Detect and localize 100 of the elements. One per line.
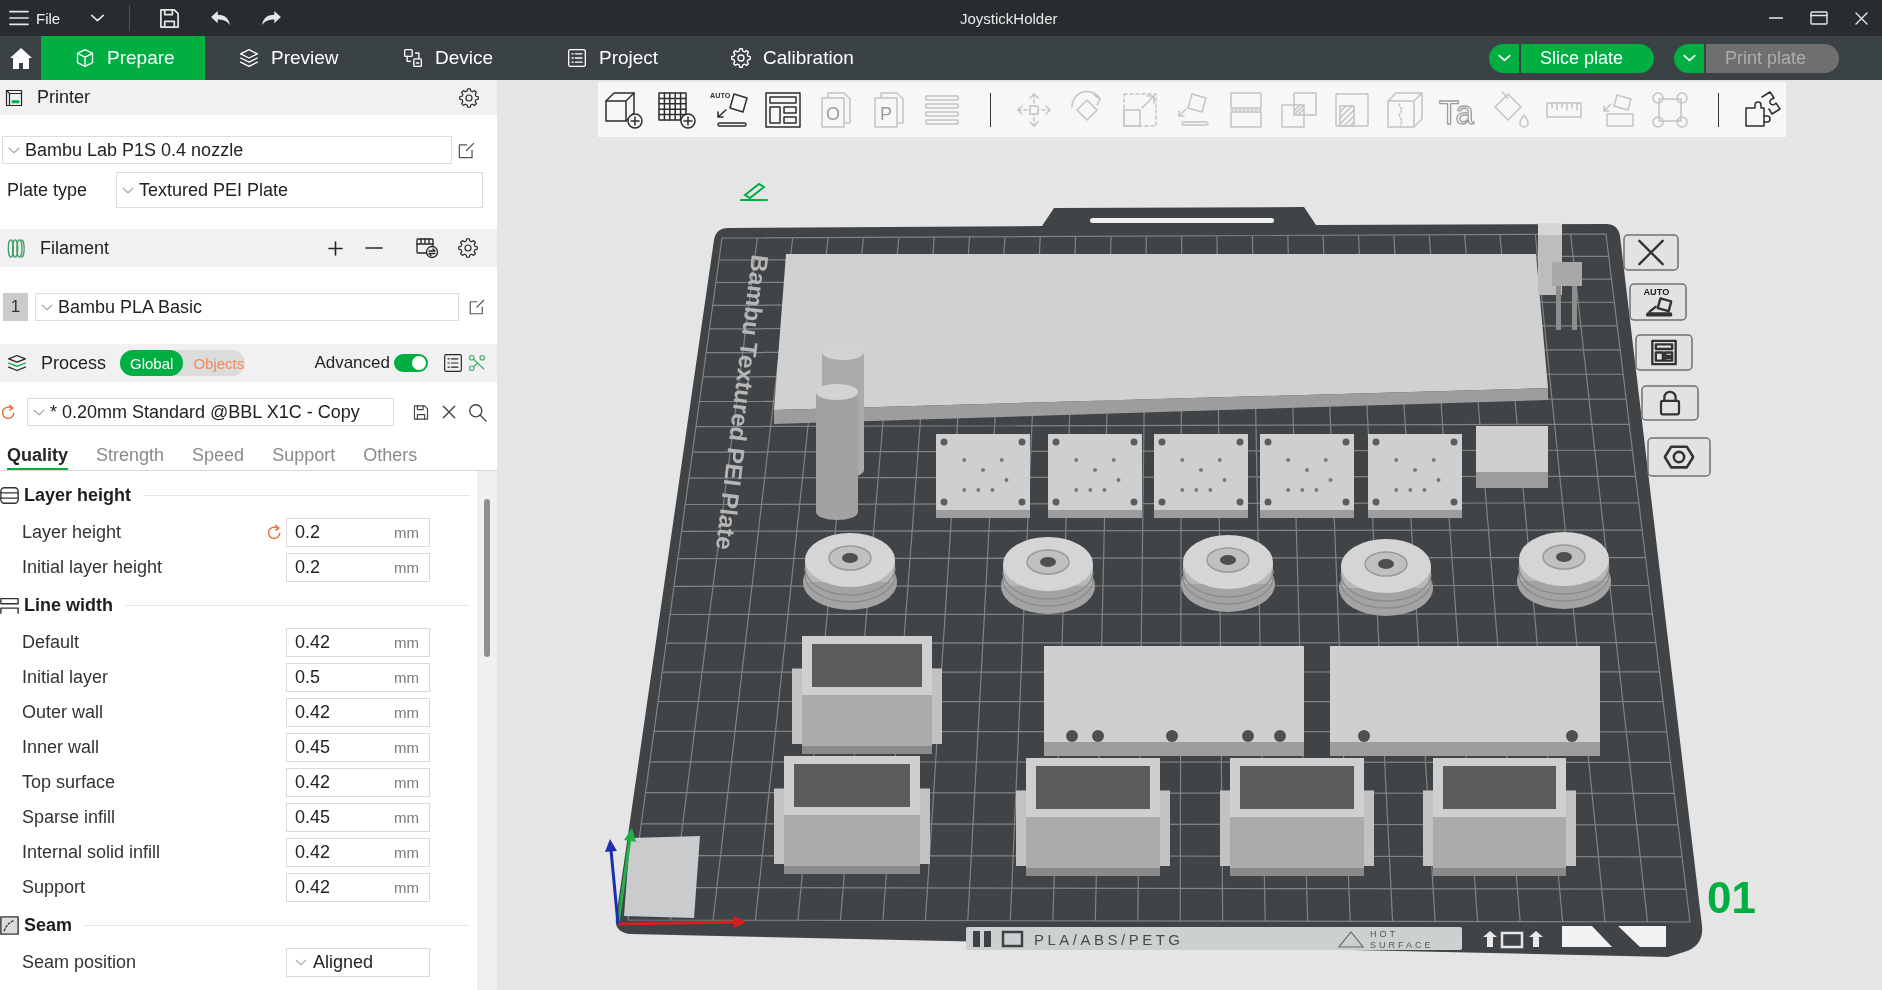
device-icon bbox=[403, 48, 423, 68]
layout-icon[interactable] bbox=[763, 89, 803, 130]
chevron-down-icon bbox=[295, 959, 307, 966]
plate-delete-button[interactable] bbox=[1623, 234, 1679, 271]
seam-icon bbox=[0, 915, 19, 935]
number-field[interactable]: 0.45 mm bbox=[286, 803, 430, 832]
printer-dropdown[interactable]: Bambu Lab P1S 0.4 nozzle bbox=[2, 136, 452, 164]
reset-icon[interactable] bbox=[0, 403, 17, 421]
number-field[interactable]: 0.42 mm bbox=[286, 628, 430, 657]
save-icon[interactable] bbox=[413, 403, 429, 421]
main-tab[interactable]: Project bbox=[533, 36, 697, 80]
close-icon[interactable] bbox=[442, 405, 456, 419]
maximize-icon[interactable] bbox=[1810, 11, 1828, 25]
chevron-down-icon[interactable] bbox=[90, 14, 106, 22]
option-label: Inner wall bbox=[22, 737, 101, 758]
number-field[interactable]: 0.45 mm bbox=[286, 733, 430, 762]
settings-tab[interactable]: Speed bbox=[192, 444, 245, 470]
main-tab[interactable]: Calibration bbox=[697, 36, 861, 80]
plate-arrange-button[interactable] bbox=[1635, 334, 1693, 371]
process-dropdown[interactable]: * 0.20mm Standard @BBL X1C - Copy bbox=[27, 398, 394, 426]
undo-icon[interactable] bbox=[210, 10, 232, 26]
plate-name-label: Bambu Textured PEI Plate bbox=[710, 253, 774, 552]
file-menu[interactable]: File bbox=[36, 9, 61, 27]
option-label: Default bbox=[22, 632, 81, 653]
section-title: Line width bbox=[24, 594, 113, 616]
bed-notch-icon bbox=[1562, 926, 1666, 947]
chevron-down-icon bbox=[1682, 54, 1696, 62]
number-field[interactable]: 0.42 mm bbox=[286, 873, 430, 902]
number-field[interactable]: 0.2 mm bbox=[286, 553, 430, 582]
warning-icon bbox=[1337, 931, 1365, 948]
plate-settings-button[interactable] bbox=[1647, 437, 1711, 477]
material-label: PLA/ABS/PETG bbox=[1034, 931, 1184, 948]
layers-icon bbox=[7, 353, 27, 373]
option-label: Sparse infill bbox=[22, 807, 117, 828]
gear-icon bbox=[731, 48, 751, 68]
cube-icon bbox=[75, 48, 95, 68]
option-label: Top surface bbox=[22, 772, 117, 793]
number-field[interactable]: 0.42 mm bbox=[286, 698, 430, 727]
spool-icon bbox=[7, 237, 25, 259]
filament-sync-icon[interactable] bbox=[416, 238, 438, 258]
chevron-down-icon bbox=[122, 186, 134, 194]
edit-icon[interactable] bbox=[468, 298, 486, 316]
bed-marking-icon bbox=[973, 930, 1024, 948]
number-field[interactable]: 0.42 mm bbox=[286, 838, 430, 867]
field-label: Plate type bbox=[7, 179, 89, 201]
gear-icon[interactable] bbox=[459, 87, 479, 108]
minus-icon[interactable] bbox=[365, 247, 383, 249]
puzzle-icon[interactable] bbox=[1742, 89, 1782, 130]
panel-title: Printer bbox=[37, 87, 90, 108]
option-label: Layer height bbox=[22, 522, 123, 543]
option-label: Support bbox=[22, 877, 87, 898]
select-field[interactable]: Aligned bbox=[286, 948, 430, 977]
gear-icon[interactable] bbox=[458, 238, 478, 258]
option-label: Outer wall bbox=[22, 702, 105, 723]
option-label: Seam position bbox=[22, 952, 138, 973]
cube-plus-icon[interactable] bbox=[604, 89, 644, 130]
home-icon[interactable] bbox=[8, 46, 33, 70]
scrollbar-thumb[interactable] bbox=[484, 499, 490, 657]
hexagon-icon bbox=[1664, 446, 1694, 468]
close-icon bbox=[1639, 240, 1663, 265]
settings-tab[interactable]: Quality bbox=[7, 444, 68, 470]
grid-plus-icon[interactable] bbox=[657, 89, 697, 130]
option-label: Internal solid infill bbox=[22, 842, 162, 863]
plus-icon[interactable] bbox=[328, 240, 343, 256]
filament-slot-number: 1 bbox=[3, 293, 28, 321]
action-menu-button[interactable] bbox=[1489, 43, 1519, 73]
chevron-down-icon bbox=[41, 303, 53, 311]
line-width-icon bbox=[0, 595, 19, 615]
bed-arrows-icon bbox=[1483, 931, 1543, 949]
plate-auto-orient-button[interactable]: AUTO bbox=[1629, 283, 1687, 321]
reset-icon[interactable] bbox=[266, 524, 283, 541]
stack-icon bbox=[0, 485, 19, 505]
layers-icon bbox=[239, 48, 259, 68]
filament-dropdown[interactable]: Bambu PLA Basic bbox=[35, 293, 459, 321]
search-icon[interactable] bbox=[468, 402, 487, 422]
menu-icon[interactable] bbox=[9, 10, 29, 26]
number-field[interactable]: 0.2 mm bbox=[286, 518, 430, 547]
plate-lock-button[interactable] bbox=[1641, 385, 1699, 421]
redo-icon[interactable] bbox=[261, 10, 283, 26]
option-label: Initial layer height bbox=[22, 557, 164, 578]
chevron-down-icon bbox=[1497, 54, 1511, 62]
main-tab[interactable]: Preview bbox=[205, 36, 369, 80]
warning-label: HOT SURFACE bbox=[1370, 929, 1434, 950]
list-icon[interactable] bbox=[443, 353, 463, 373]
settings-tab[interactable]: Strength bbox=[96, 444, 165, 470]
main-tab[interactable]: Device bbox=[369, 36, 533, 80]
number-field[interactable]: 0.42 mm bbox=[286, 768, 430, 797]
chevron-down-icon bbox=[8, 146, 20, 154]
plate-type-dropdown[interactable]: Textured PEI Plate bbox=[116, 172, 483, 208]
window-title: JoystickHolder bbox=[960, 9, 1058, 27]
advanced-toggle[interactable] bbox=[394, 354, 428, 372]
plate-number: 01 bbox=[1707, 873, 1756, 922]
number-field[interactable]: 0.5 mm bbox=[286, 663, 430, 692]
action-menu-button[interactable] bbox=[1674, 43, 1704, 73]
axes-icon bbox=[605, 828, 746, 928]
chevron-down-icon bbox=[33, 408, 45, 416]
printer-icon bbox=[5, 88, 23, 107]
layout-icon bbox=[1652, 340, 1676, 365]
edit-icon[interactable] bbox=[457, 140, 476, 160]
list-icon bbox=[567, 48, 587, 68]
